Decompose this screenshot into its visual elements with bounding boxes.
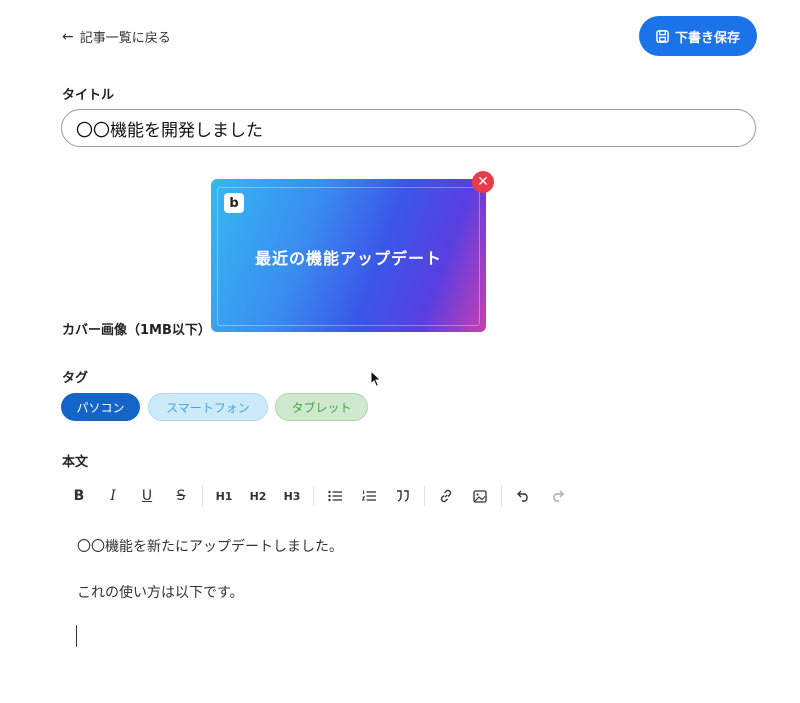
tags-label: タグ (62, 371, 89, 386)
bold-button[interactable]: B (62, 484, 96, 508)
undo-button[interactable] (506, 484, 540, 508)
heading2-button[interactable]: H2 (241, 484, 275, 508)
bullet-list-button[interactable] (318, 484, 352, 508)
underline-button[interactable]: U (130, 484, 164, 508)
heading1-button[interactable]: H1 (207, 484, 241, 508)
toolbar-divider (202, 486, 203, 506)
insert-link-button[interactable] (429, 484, 463, 508)
redo-button[interactable] (540, 484, 574, 508)
cover-image[interactable]: b 最近の機能アップデート (211, 179, 486, 332)
back-link-label: 記事一覧に戻る (79, 31, 171, 46)
link-icon (440, 489, 452, 503)
editor-toolbar: B I U S H1 H2 H3 (62, 484, 574, 508)
image-icon (473, 489, 487, 503)
mouse-pointer-icon (370, 369, 382, 392)
strikethrough-button[interactable]: S (164, 484, 198, 508)
undo-icon (516, 490, 528, 502)
text-caret (76, 625, 77, 647)
tag-tablet[interactable]: タブレット (275, 393, 368, 421)
save-draft-button[interactable]: 下書き保存 (639, 16, 757, 56)
tag-smartphone[interactable]: スマートフォン (148, 393, 268, 421)
redo-icon (552, 490, 564, 502)
cover-image-text: 最近の機能アップデート (254, 249, 442, 268)
quote-icon (397, 490, 409, 502)
cover-label: カバー画像（1MB以下） (62, 323, 211, 338)
tag-pc[interactable]: パソコン (61, 393, 140, 421)
heading3-button[interactable]: H3 (275, 484, 309, 508)
body-label: 本文 (62, 455, 89, 470)
toolbar-divider (313, 486, 314, 506)
body-paragraph[interactable]: これの使い方は以下です。 (77, 582, 244, 602)
blockquote-button[interactable] (386, 484, 420, 508)
numbered-list-button[interactable] (352, 484, 386, 508)
toolbar-divider (501, 486, 502, 506)
italic-button[interactable]: I (96, 484, 130, 508)
insert-image-button[interactable] (463, 484, 497, 508)
title-input[interactable] (61, 109, 756, 147)
arrow-left-icon: ← (62, 28, 74, 45)
bullet-list-icon (328, 490, 342, 502)
remove-cover-button[interactable]: ✕ (472, 171, 494, 193)
body-paragraph[interactable]: 〇〇機能を新たにアップデートしました。 (77, 536, 343, 556)
title-label: タイトル (62, 88, 115, 103)
save-icon (656, 29, 669, 43)
save-draft-label: 下書き保存 (674, 30, 740, 46)
toolbar-divider (424, 486, 425, 506)
close-icon: ✕ (477, 174, 489, 190)
numbered-list-icon (362, 490, 376, 501)
logo-icon: b (224, 193, 244, 213)
back-link[interactable]: ← 記事一覧に戻る (62, 27, 171, 47)
